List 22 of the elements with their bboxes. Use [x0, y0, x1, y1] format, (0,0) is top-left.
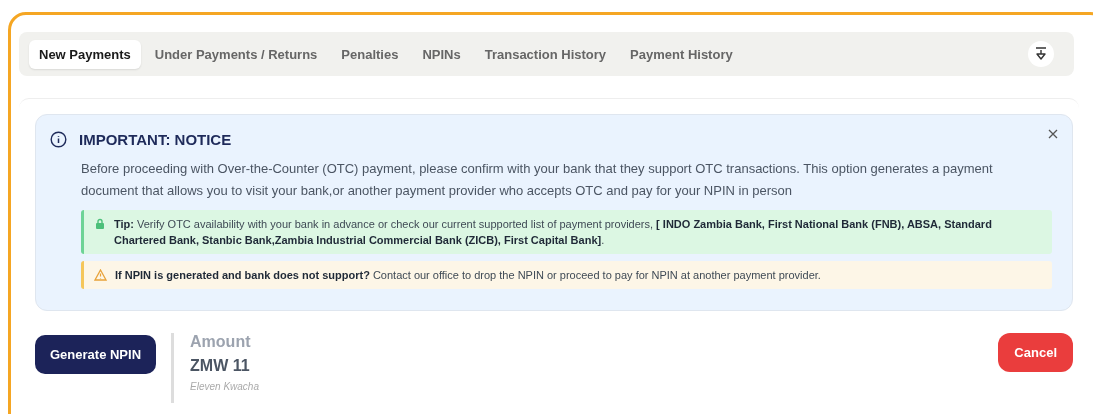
download-button[interactable] [1028, 41, 1054, 67]
callout-text: If NPIN is generated and bank does not support? Contact our office to drop the NPIN or proceed to pay for NPIN at another payment provider. [115, 268, 821, 283]
tab[interactable]: Payment History [620, 39, 743, 69]
close-icon [1048, 129, 1058, 139]
amount-value: ZMW 11 [190, 357, 251, 375]
info-icon [50, 131, 67, 148]
tab[interactable]: Penalties [331, 39, 409, 69]
download-icon [1033, 46, 1049, 62]
tab[interactable]: Under Payments / Returns [144, 39, 328, 69]
tab[interactable]: NPINs [412, 39, 471, 69]
amount-in-words: Eleven Kwacha [190, 381, 259, 392]
lock-icon [94, 218, 106, 230]
tab[interactable]: New Payments [29, 39, 141, 69]
notice-text: Before proceeding with Over-the-Counter (OTC) payment, please confirm with your bank that they support OTC transactions. This option generates a payment document that allows you to visit your bank,or another payment provider who accepts OTC and pay for your NPIN in person [81, 160, 994, 200]
close-button[interactable] [1046, 127, 1060, 141]
generate-npin-button[interactable]: Generate NPIN [35, 335, 157, 374]
callout-text: Tip: Verify OTC availability with your bank in advance or check our current supported list of payment providers, [ INDO Zambia Bank, First National Bank (FNB), ABSA, Standard Chartered Bank, Stanbic Bank,Zambia Industrial Commercial Bank (ZICB), First Capital Bank]. [114, 217, 993, 248]
cancel-button[interactable]: Cancel [998, 333, 1073, 372]
warning-icon [94, 269, 107, 281]
amount-label: Amount [190, 333, 252, 351]
notice-title: IMPORTANT: NOTICE [79, 131, 232, 148]
tab[interactable]: Transaction History [474, 39, 617, 69]
